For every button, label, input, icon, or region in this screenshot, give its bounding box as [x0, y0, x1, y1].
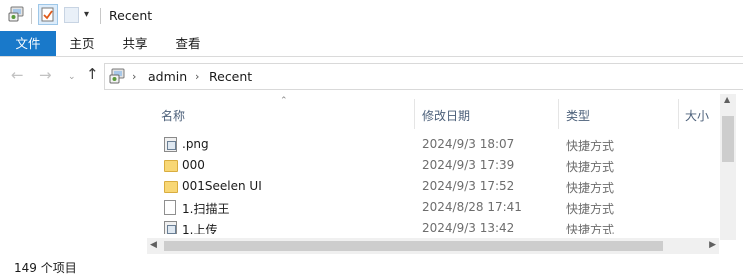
address-bar[interactable]: › admin › Recent	[104, 63, 743, 90]
file-name: 001Seelen UI	[182, 179, 262, 193]
folder-icon	[164, 179, 178, 193]
vertical-scrollbar[interactable]: ▲	[720, 94, 736, 240]
file-date: 2024/9/3 17:39	[422, 158, 515, 172]
horizontal-scrollbar[interactable]: ◀ ▶	[147, 238, 719, 254]
window-network-icon[interactable]	[8, 6, 26, 27]
list-item[interactable]: 001Seelen UI 2024/9/3 17:52 快捷方式	[147, 176, 716, 197]
column-header: ⌃ 名称 修改日期 类型 大小	[147, 94, 716, 134]
back-arrow-icon[interactable]: ←	[11, 67, 24, 83]
chevron-down-icon[interactable]: ▾	[84, 9, 89, 20]
column-divider[interactable]	[414, 99, 415, 129]
window-title: Recent	[109, 8, 153, 23]
file-icon	[164, 200, 176, 215]
scroll-up-icon[interactable]: ▲	[724, 95, 730, 104]
tab-view[interactable]: 查看	[162, 31, 214, 56]
forward-arrow-icon[interactable]: →	[39, 67, 52, 83]
tab-share[interactable]: 共享	[108, 31, 162, 56]
sort-ascending-icon: ⌃	[280, 96, 288, 106]
title-bar: ▾ Recent	[0, 0, 743, 31]
file-date: 2024/9/3 17:52	[422, 179, 515, 193]
scroll-right-icon[interactable]: ▶	[709, 240, 716, 250]
file-name: 1.扫描王	[182, 202, 230, 216]
file-date: 2024/8/28 17:41	[422, 200, 522, 214]
file-rows: .png 2024/9/3 18:07 快捷方式 000 2024/9/3 17…	[147, 134, 716, 234]
list-item[interactable]: 1.上传 2024/9/3 13:42 快捷方式	[147, 218, 716, 234]
quick-access-separator	[31, 8, 32, 24]
file-type: 快捷方式	[566, 160, 615, 174]
status-bar: 149 个项目	[0, 254, 743, 277]
file-name: 1.上传	[182, 223, 218, 234]
properties-icon[interactable]	[38, 4, 58, 25]
shortcut-icon	[164, 137, 177, 152]
file-type: 快捷方式	[566, 223, 615, 234]
file-type: 快捷方式	[566, 202, 615, 216]
breadcrumb-separator-icon[interactable]: ›	[195, 70, 199, 83]
column-header-type[interactable]: 类型	[566, 107, 590, 124]
column-header-name[interactable]: 名称	[161, 107, 185, 124]
item-count: 149 个项目	[14, 261, 77, 275]
vertical-scroll-thumb[interactable]	[722, 116, 734, 162]
scroll-left-icon[interactable]: ◀	[150, 240, 157, 250]
navigation-bar: ← → ⌄ ↑ › admin › Recent	[0, 57, 743, 94]
file-date: 2024/9/3 18:07	[422, 137, 515, 151]
breadcrumb-separator-icon[interactable]: ›	[132, 70, 136, 83]
list-item[interactable]: 000 2024/9/3 17:39 快捷方式	[147, 155, 716, 176]
folder-icon	[164, 158, 178, 172]
file-name: .png	[182, 137, 209, 151]
column-divider[interactable]	[558, 99, 559, 129]
title-separator	[100, 8, 101, 24]
breadcrumb-admin[interactable]: admin	[148, 69, 187, 84]
file-date: 2024/9/3 13:42	[422, 221, 515, 234]
breadcrumb-recent[interactable]: Recent	[209, 69, 252, 84]
location-network-icon	[109, 68, 127, 89]
ribbon-tabs: 文件 主页 共享 查看	[0, 31, 743, 57]
tab-home[interactable]: 主页	[56, 31, 108, 56]
column-header-size[interactable]: 大小	[685, 107, 709, 124]
shortcut-icon	[164, 221, 177, 234]
list-item[interactable]: 1.扫描王 2024/8/28 17:41 快捷方式	[147, 197, 716, 218]
up-arrow-icon[interactable]: ↑	[86, 66, 99, 82]
tab-file[interactable]: 文件	[0, 31, 56, 56]
file-list-pane: ⌃ 名称 修改日期 类型 大小 .png 2024/9/3 18:07 快捷方式…	[0, 94, 743, 254]
list-item[interactable]: .png 2024/9/3 18:07 快捷方式	[147, 134, 716, 155]
new-folder-icon[interactable]	[64, 7, 79, 23]
column-header-date-modified[interactable]: 修改日期	[422, 107, 470, 124]
file-type: 快捷方式	[566, 181, 615, 195]
column-divider[interactable]	[678, 99, 679, 129]
horizontal-scroll-thumb[interactable]	[164, 241, 663, 251]
recent-locations-chevron-icon[interactable]: ⌄	[68, 69, 76, 85]
file-name: 000	[182, 158, 205, 172]
file-type: 快捷方式	[566, 139, 615, 153]
